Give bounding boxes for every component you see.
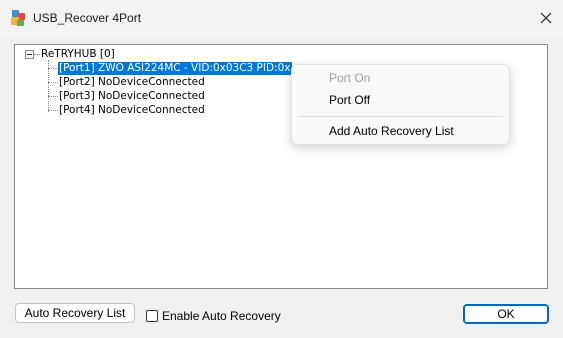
menu-item-port-off[interactable]: Port Off [292, 89, 509, 111]
tree-root-hub[interactable]: ReTRYHUB [0] [40, 48, 116, 61]
ok-button[interactable]: OK [463, 304, 549, 324]
title-bar: USB_Recover 4Port [0, 0, 563, 36]
close-button[interactable] [529, 0, 563, 36]
tree-port-item[interactable]: [Port1] ZWO ASI224MC - VID:0x03C3 PID:0x [57, 61, 293, 76]
tree-connector [48, 110, 58, 111]
menu-separator [298, 116, 503, 117]
enable-auto-recovery-label: Enable Auto Recovery [162, 309, 281, 323]
tree-port-item[interactable]: [Port4] NoDeviceConnected [58, 104, 206, 117]
usb-app-icon [9, 9, 27, 27]
tree-port-item[interactable]: [Port2] NoDeviceConnected [58, 76, 206, 89]
tree-connector [48, 96, 58, 97]
menu-item-add-auto-recovery-list[interactable]: Add Auto Recovery List [292, 120, 509, 142]
close-icon [540, 12, 552, 24]
menu-item-port-on[interactable]: Port On [292, 67, 509, 89]
menu-item-label: Port Off [329, 93, 371, 107]
context-menu: Port On Port Off Add Auto Recovery List [291, 64, 510, 145]
window-title: USB_Recover 4Port [33, 11, 142, 25]
auto-recovery-list-button[interactable]: Auto Recovery List [15, 303, 135, 323]
checkbox-box[interactable] [146, 310, 158, 322]
menu-item-label: Port On [329, 71, 371, 85]
tree-port-item[interactable]: [Port3] NoDeviceConnected [58, 90, 206, 103]
tree-connector [48, 82, 58, 83]
tree-connector [48, 68, 58, 69]
collapse-toggle-icon[interactable] [25, 50, 34, 59]
menu-item-label: Add Auto Recovery List [329, 124, 454, 138]
